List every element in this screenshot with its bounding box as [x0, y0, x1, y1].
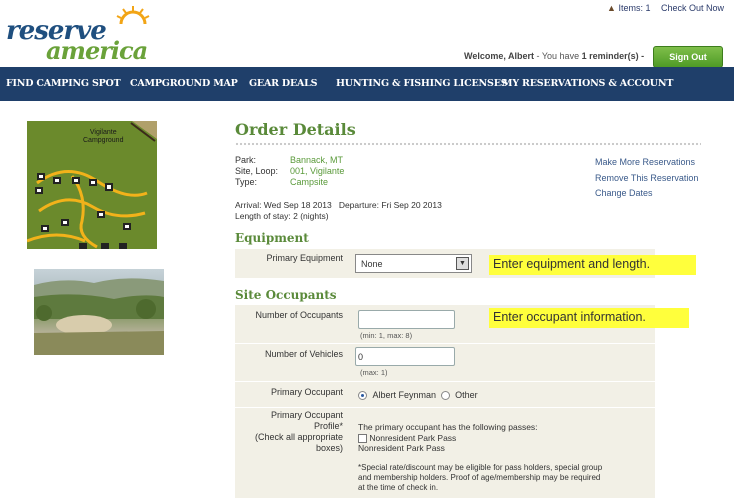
page-title: Order Details	[235, 120, 356, 139]
disclaimer-line2: and membership holders. Proof of age/mem…	[358, 473, 601, 482]
reserveamerica-logo[interactable]: reserve america	[6, 6, 154, 65]
remove-reservation-link[interactable]: Remove This Reservation	[595, 173, 698, 183]
cart-items-label: Items: 1	[618, 3, 651, 13]
logo-word-america: america	[46, 36, 148, 65]
sun-icon	[116, 6, 150, 25]
profile-label-line1: Primary Occupant	[270, 410, 343, 420]
nonresident-pass-text: Nonresident Park Pass	[358, 443, 445, 453]
profile-label-line2: Profile*	[313, 421, 343, 431]
radio-albert-feynman[interactable]	[358, 391, 367, 401]
reminder-suffix[interactable]: reminder(s) -	[587, 51, 644, 61]
nav-my-reservations-account[interactable]: MY RESERVATIONS & ACCOUNT	[502, 67, 673, 101]
top-utility-bar: ▲ Items: 1 Check Out Now	[607, 3, 724, 13]
cart-items[interactable]: ▲ Items: 1	[607, 3, 650, 13]
equipment-note: Enter equipment and length.	[489, 255, 696, 275]
photo-graphic	[34, 278, 164, 355]
primary-equipment-label: Primary Equipment	[266, 253, 343, 263]
disclaimer: *Special rate/discount may be eligible f…	[358, 463, 602, 493]
primary-occupant-options: Albert Feynman Other	[358, 390, 478, 401]
option-albert-feynman-label[interactable]: Albert Feynman	[373, 390, 437, 400]
checkout-now-link[interactable]: Check Out Now	[661, 3, 724, 13]
park-label: Park:	[235, 155, 257, 165]
vehicles-hint: (max: 1)	[360, 368, 388, 377]
passes-intro: The primary occupant has the following p…	[358, 422, 538, 432]
site-loop-label: Site, Loop:	[235, 166, 279, 176]
length-of-stay: Length of stay: 2 (nights)	[235, 211, 329, 221]
main-nav: FIND CAMPING SPOT CAMPGROUND MAP GEAR DE…	[0, 67, 734, 101]
disclaimer-line3: at the time of check in.	[358, 483, 439, 492]
site-occupants-heading: Site Occupants	[235, 288, 337, 302]
reminder-prefix: - You have	[534, 51, 582, 61]
make-more-reservations-link[interactable]: Make More Reservations	[595, 157, 695, 167]
campsite-photo[interactable]	[34, 269, 164, 355]
title-divider	[235, 142, 701, 146]
primary-equipment-value: None	[361, 259, 383, 269]
reservation-summary: Park: Bannack, MT Site, Loop: 001, Vigilan…	[235, 155, 344, 188]
number-of-occupants-label: Number of Occupants	[255, 310, 343, 320]
disclaimer-line1: *Special rate/discount may be eligible f…	[358, 463, 603, 472]
welcome-name: Welcome, Albert	[464, 51, 535, 61]
site-loop-value[interactable]: 001, Vigilante	[290, 166, 344, 176]
passes-block: The primary occupant has the following p…	[358, 422, 538, 454]
nav-gear-deals[interactable]: GEAR DEALS	[249, 67, 318, 101]
type-label: Type:	[235, 177, 258, 187]
number-of-occupants-input[interactable]	[358, 310, 455, 329]
profile-label-line3: (Check all appropriate	[254, 432, 343, 442]
chevron-down-icon[interactable]: ▼	[456, 257, 469, 270]
nonresident-pass-checkbox-label[interactable]: Nonresident Park Pass	[369, 433, 456, 443]
stay-dates: Arrival: Wed Sep 18 2013 Departure: Fri …	[235, 200, 442, 222]
nonresident-pass-checkbox[interactable]	[358, 433, 367, 443]
sign-out-button[interactable]: Sign Out	[653, 46, 723, 68]
occupant-note: Enter occupant information.	[489, 308, 689, 328]
primary-occupant-label: Primary Occupant	[270, 387, 343, 397]
tent-icon: ▲	[607, 3, 616, 13]
radio-other[interactable]	[440, 391, 450, 401]
equipment-heading: Equipment	[235, 231, 309, 245]
departure-date: Departure: Fri Sep 20 2013	[338, 200, 442, 210]
park-value[interactable]: Bannack, MT	[290, 155, 343, 165]
occupants-hint: (min: 1, max: 8)	[360, 331, 413, 340]
arrival-date: Arrival: Wed Sep 18 2013	[235, 200, 332, 210]
map-label-line1: Vigilante	[89, 129, 117, 136]
number-of-vehicles-label: Number of Vehicles	[264, 349, 343, 359]
nav-find-camping-spot[interactable]: FIND CAMPING SPOT	[6, 67, 121, 101]
map-label: Vigilante Campground	[83, 129, 123, 145]
number-of-vehicles-input[interactable]: 0	[355, 347, 455, 366]
welcome-message: Welcome, Albert - You have 1 reminder(s)…	[464, 51, 644, 61]
campground-map-thumbnail[interactable]: Vigilante Campground	[27, 121, 157, 249]
profile-label-line4: boxes)	[315, 443, 343, 453]
option-other-label[interactable]: Other	[455, 390, 478, 400]
number-of-vehicles-value: 0	[358, 352, 364, 362]
type-value: Campsite	[290, 177, 329, 187]
map-label-line2: Campground	[83, 137, 124, 144]
nav-campground-map[interactable]: CAMPGROUND MAP	[130, 67, 238, 101]
occupant-profile-label: Primary Occupant Profile* (Check all app…	[235, 410, 343, 454]
change-dates-link[interactable]: Change Dates	[595, 188, 653, 198]
nav-hunting-fishing-licenses[interactable]: HUNTING & FISHING LICENSES	[336, 67, 508, 101]
primary-equipment-select[interactable]: None ▼	[355, 254, 472, 273]
